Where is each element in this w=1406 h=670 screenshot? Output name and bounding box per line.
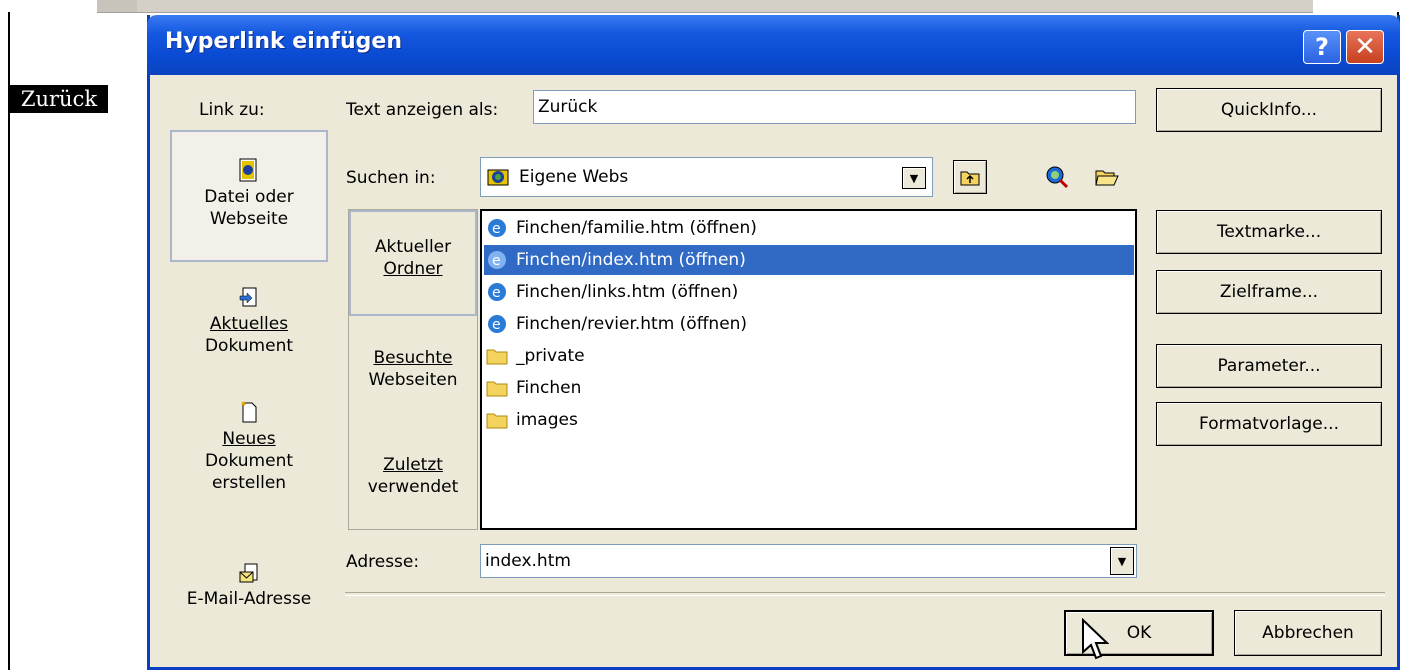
open-folder-icon xyxy=(1095,170,1119,186)
place-label-line1: Datei oder xyxy=(204,187,294,207)
up-one-folder-button[interactable] xyxy=(953,160,987,194)
list-item[interactable]: images xyxy=(484,405,1134,435)
svg-text:e: e xyxy=(492,317,501,333)
email-icon xyxy=(239,563,258,583)
document-arrow-icon xyxy=(239,287,257,307)
target-frame-button[interactable]: Zielframe... xyxy=(1156,270,1382,314)
place-label-line2: Dokument xyxy=(204,451,294,471)
look-in-label: Suchen in: xyxy=(346,168,436,188)
subnav-line1: Zuletzt xyxy=(383,455,443,475)
quickinfo-button-label[interactable]: QuickInfo... xyxy=(1156,88,1382,132)
svg-text:e: e xyxy=(492,253,501,269)
subnav-line1: Aktueller xyxy=(374,237,452,257)
svg-text:e: e xyxy=(492,221,501,237)
selected-document-text[interactable]: Zurück xyxy=(10,85,108,113)
subnav-line2: Ordner xyxy=(383,259,443,279)
subnav-recent-files[interactable]: Zuletzt verwendet xyxy=(349,454,477,514)
place-label-line3: erstellen xyxy=(211,473,287,493)
style-button[interactable]: Formatvorlage... xyxy=(1156,402,1382,446)
file-name: Finchen/familie.htm (öffnen) xyxy=(516,218,757,238)
place-label-line2: Dokument xyxy=(204,336,294,356)
folder-icon xyxy=(486,413,508,429)
ie-page-icon: e xyxy=(488,251,506,269)
file-name: Finchen/index.htm (öffnen) xyxy=(516,250,746,270)
chevron-down-icon[interactable]: ▼ xyxy=(1110,547,1134,575)
ok-label: OK xyxy=(1126,623,1152,643)
ie-page-icon: e xyxy=(488,283,506,301)
chevron-down-icon[interactable]: ▼ xyxy=(902,167,926,189)
place-label-line1: Aktuelles xyxy=(209,314,289,334)
file-name: Finchen/revier.htm (öffnen) xyxy=(516,314,748,334)
ie-page-icon: e xyxy=(488,315,506,333)
address-value: index.htm xyxy=(485,551,571,571)
cancel-button[interactable]: Abbrechen xyxy=(1234,610,1382,656)
browse-subnav: Aktueller Ordner Besuchte Webseiten Zule… xyxy=(348,209,478,530)
dialog-title: Hyperlink einfügen xyxy=(165,29,402,54)
subnav-line2: verwendet xyxy=(367,477,459,497)
dialog-separator xyxy=(345,592,1385,596)
ie-page-icon: e xyxy=(488,219,506,237)
parameters-button[interactable]: Parameter... xyxy=(1156,344,1382,388)
help-button[interactable]: ? xyxy=(1303,30,1341,64)
document-toolbar-strip xyxy=(97,0,1313,13)
place-label-line2: Webseite xyxy=(209,209,289,229)
subnav-line1: Besuchte xyxy=(373,348,453,368)
list-item-selected[interactable]: e Finchen/index.htm (öffnen) xyxy=(484,245,1134,275)
bookmark-button[interactable]: Textmarke... xyxy=(1156,210,1382,254)
mouse-cursor-icon xyxy=(1082,618,1109,660)
list-item[interactable]: e Finchen/revier.htm (öffnen) xyxy=(484,309,1134,339)
place-label-line1: E-Mail-Adresse xyxy=(186,589,312,609)
look-in-combobox[interactable]: Eigene Webs ▼ xyxy=(480,157,933,197)
new-document-icon xyxy=(241,401,257,423)
web-folder-icon xyxy=(487,169,509,186)
address-label: Adresse: xyxy=(346,552,420,572)
place-email-address[interactable]: E-Mail-Adresse xyxy=(170,560,328,630)
text-display-input[interactable]: Zurück xyxy=(533,90,1136,124)
subnav-current-folder[interactable]: Aktueller Ordner xyxy=(349,210,477,316)
file-list[interactable]: e Finchen/familie.htm (öffnen) e Finchen… xyxy=(480,209,1137,530)
file-name: Finchen/links.htm (öffnen) xyxy=(516,282,739,302)
list-item[interactable]: e Finchen/links.htm (öffnen) xyxy=(484,277,1134,307)
look-in-value: Eigene Webs xyxy=(519,167,629,187)
address-combobox[interactable]: index.htm ▼ xyxy=(480,544,1137,578)
text-display-label: Text anzeigen als: xyxy=(346,100,499,120)
folder-icon xyxy=(486,349,508,365)
folder-up-icon xyxy=(960,171,980,186)
subnav-line2: Webseiten xyxy=(368,370,458,390)
place-current-document[interactable]: Aktuelles Dokument xyxy=(170,285,328,395)
subnav-browsed-pages[interactable]: Besuchte Webseiten xyxy=(349,347,477,407)
list-item[interactable]: _private xyxy=(484,341,1134,371)
link-to-label: Link zu: xyxy=(199,100,265,120)
file-name: images xyxy=(516,410,578,430)
file-name: Finchen xyxy=(516,378,582,398)
web-search-icon xyxy=(1046,166,1069,189)
browse-file-button[interactable] xyxy=(1090,160,1124,194)
place-new-document[interactable]: Neues Dokument erstellen xyxy=(170,400,328,520)
link-to-places: Datei oder Webseite Aktuelles Dokument N… xyxy=(170,130,328,650)
list-item[interactable]: e Finchen/familie.htm (öffnen) xyxy=(484,213,1134,243)
folder-icon xyxy=(486,381,508,397)
browse-web-button[interactable] xyxy=(1040,160,1074,194)
globe-file-icon xyxy=(239,158,257,182)
list-item[interactable]: Finchen xyxy=(484,373,1134,403)
svg-text:e: e xyxy=(492,285,501,301)
place-label-line1: Neues xyxy=(222,429,276,449)
close-button[interactable]: ✕ xyxy=(1346,30,1384,64)
place-file-webpage[interactable]: Datei oder Webseite xyxy=(170,130,328,262)
file-name: _private xyxy=(516,346,585,366)
